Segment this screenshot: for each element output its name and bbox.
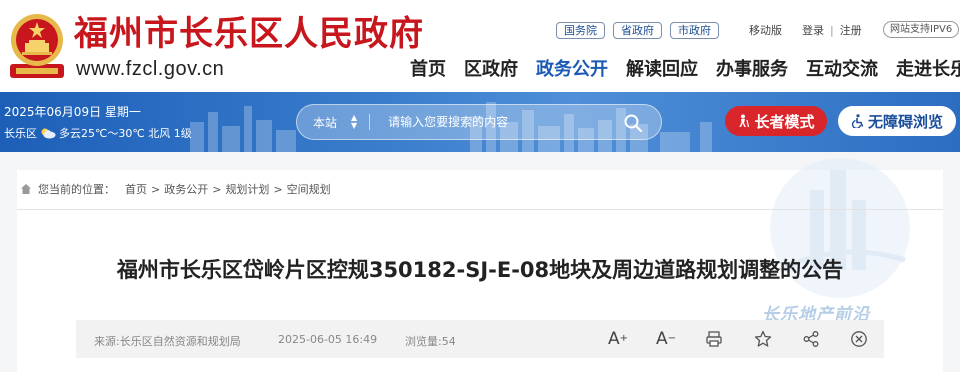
- breadcrumb-home[interactable]: 首页: [125, 181, 147, 197]
- breadcrumb-separator: >: [273, 182, 283, 196]
- nav-services[interactable]: 办事服务: [716, 58, 788, 82]
- font-increase-icon[interactable]: A +: [607, 329, 629, 349]
- breadcrumb: 您当前的位置： 首页 > 政务公开 > 规划计划 > 空间规划: [20, 181, 331, 197]
- current-date: 2025年06月09日 星期一: [4, 105, 141, 119]
- accessibility-button[interactable]: 无障碍浏览: [838, 106, 956, 136]
- search-bar: 本站 ▲ ▼: [296, 104, 662, 140]
- article-views: 浏览量:54: [405, 335, 456, 348]
- cloudy-weather-icon: [41, 128, 56, 139]
- search-scope-select[interactable]: 本站 ▲ ▼: [313, 114, 357, 131]
- search-input[interactable]: [388, 115, 619, 129]
- share-icon[interactable]: [800, 329, 822, 349]
- accessibility-label: 无障碍浏览: [867, 112, 943, 131]
- article-source: 来源:长乐区自然资源和规划局: [94, 335, 241, 348]
- national-emblem-icon: [10, 14, 64, 78]
- top-links: 国务院 省政府 市政府 移动版 登录 | 注册: [556, 21, 862, 39]
- link-provincial-gov[interactable]: 省政府: [613, 21, 662, 39]
- close-icon[interactable]: [848, 329, 870, 349]
- link-separator: |: [830, 23, 834, 37]
- breadcrumb-government-affairs[interactable]: 政务公开: [164, 181, 208, 197]
- wheelchair-icon: [851, 114, 864, 128]
- link-mobile-version[interactable]: 移动版: [749, 22, 782, 38]
- elder-mode-button[interactable]: 长者模式: [725, 106, 827, 136]
- link-register[interactable]: 注册: [840, 22, 862, 38]
- main-nav: 首页 区政府 政务公开 解读回应 办事服务 互动交流 走进长乐: [410, 58, 960, 82]
- nav-government-affairs[interactable]: 政务公开: [536, 58, 608, 82]
- breadcrumb-separator: >: [212, 182, 222, 196]
- nav-interaction[interactable]: 互动交流: [806, 58, 878, 82]
- link-state-council[interactable]: 国务院: [556, 21, 605, 39]
- breadcrumb-separator: >: [151, 182, 161, 196]
- elder-mode-label: 长者模式: [754, 112, 815, 131]
- district-name: 长乐区: [4, 127, 37, 140]
- updown-arrow-icon: ▲ ▼: [351, 113, 358, 130]
- search-divider: [369, 114, 371, 130]
- weather-info: 长乐区 多云25℃～30℃ 北风 1级: [4, 125, 192, 141]
- ipv6-badge: 网站支持IPV6: [883, 21, 960, 38]
- nav-about-changle[interactable]: 走进长乐: [896, 58, 960, 82]
- location-home-icon: [21, 184, 31, 194]
- print-icon[interactable]: [703, 329, 725, 349]
- search-scope-label: 本站: [313, 115, 338, 130]
- elder-person-icon: [739, 114, 750, 128]
- search-icon[interactable]: [623, 113, 643, 133]
- site-header: 福州市长乐区人民政府 www.fzcl.gov.cn 国务院 省政府 市政府 移…: [0, 0, 960, 92]
- breadcrumb-planning[interactable]: 规划计划: [225, 181, 269, 197]
- font-decrease-icon[interactable]: A −: [655, 329, 677, 349]
- site-url: www.fzcl.gov.cn: [76, 58, 225, 80]
- link-municipal-gov[interactable]: 市政府: [670, 21, 719, 39]
- favorite-star-icon[interactable]: [752, 329, 774, 349]
- breadcrumb-prefix: 您当前的位置：: [38, 183, 115, 196]
- nav-interpretation[interactable]: 解读回应: [626, 58, 698, 82]
- site-title[interactable]: 福州市长乐区人民政府: [74, 14, 424, 54]
- breadcrumb-divider: [17, 209, 943, 210]
- nav-district-gov[interactable]: 区政府: [464, 58, 518, 82]
- link-login[interactable]: 登录: [802, 22, 824, 38]
- article-date: 2025-06-05 16:49: [278, 333, 378, 346]
- breadcrumb-spatial-planning[interactable]: 空间规划: [287, 181, 331, 197]
- nav-home[interactable]: 首页: [410, 58, 446, 82]
- article-title: 福州市长乐区岱岭片区控规350182-SJ-E-08地块及周边道路规划调整的公告: [116, 258, 844, 282]
- weather-text: 多云25℃～30℃ 北风 1级: [59, 127, 192, 140]
